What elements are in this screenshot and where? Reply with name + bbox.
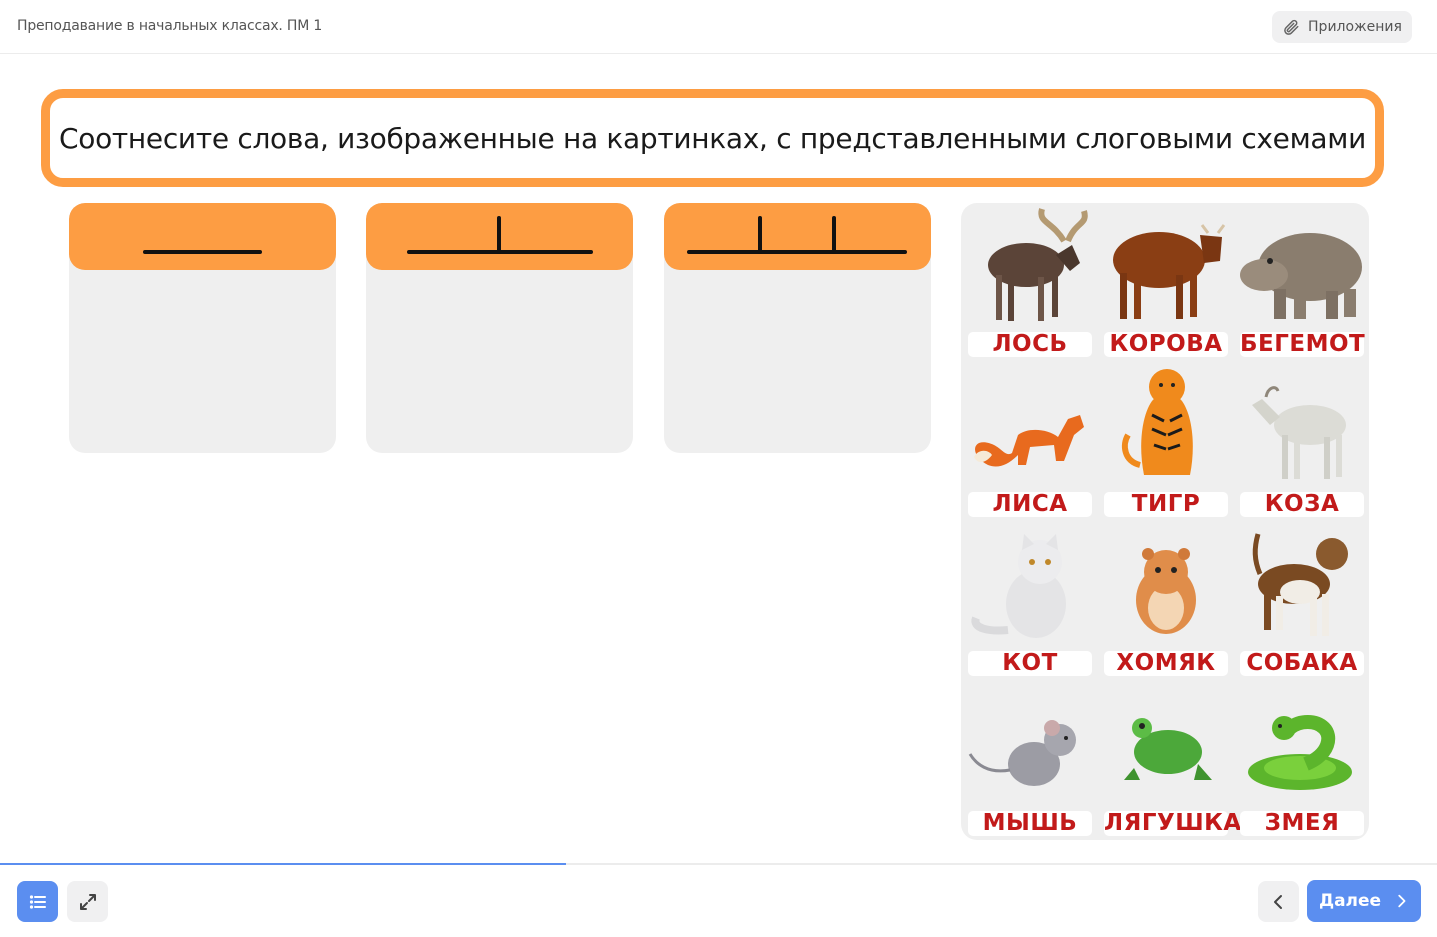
- syllable-scheme-1: [69, 203, 336, 270]
- goat-icon: [1252, 386, 1346, 479]
- paperclip-icon: [1284, 19, 1299, 35]
- attachments-label: Приложения: [1308, 19, 1402, 35]
- attachments-button[interactable]: Приложения: [1272, 11, 1412, 43]
- card-word: КОТ: [968, 651, 1092, 676]
- card-begemot[interactable]: БЕГЕМОТ: [1240, 205, 1366, 357]
- card-koza[interactable]: КОЗА: [1240, 365, 1364, 517]
- header: Преподавание в начальных классах. ПМ 1 П…: [0, 0, 1437, 54]
- task-instruction: Соотнесите слова, изображенные на картин…: [58, 121, 1367, 155]
- mouse-icon: [968, 720, 1076, 786]
- syllable-scheme-icon: [143, 250, 262, 254]
- card-sobaka[interactable]: СОБАКА: [1240, 524, 1364, 676]
- card-zmeya[interactable]: ЗМЕЯ: [1240, 684, 1364, 836]
- drop-zone-3-syllables[interactable]: [664, 203, 931, 453]
- task-instruction-box: Соотнесите слова, изображенные на картин…: [41, 89, 1384, 187]
- card-word: СОБАКА: [1240, 651, 1364, 676]
- frog-icon: [1124, 718, 1212, 780]
- fox-icon: [974, 415, 1084, 467]
- fullscreen-button[interactable]: [67, 881, 108, 922]
- card-korova[interactable]: КОРОВА: [1104, 205, 1228, 357]
- list-icon: [29, 894, 46, 909]
- card-mysh[interactable]: МЫШЬ: [968, 684, 1092, 836]
- progress-fill: [0, 863, 567, 865]
- card-kot[interactable]: КОТ: [968, 524, 1092, 676]
- card-tigr[interactable]: ТИГР: [1104, 365, 1228, 517]
- card-word: ЛОСЬ: [968, 332, 1092, 357]
- card-word: МЫШЬ: [968, 811, 1092, 836]
- syllable-scheme-icon: [407, 216, 593, 254]
- syllable-scheme-2: [366, 203, 633, 270]
- card-word: КОРОВА: [1104, 332, 1228, 357]
- syllable-scheme-3: [664, 203, 931, 270]
- chevron-right-icon: [1398, 894, 1406, 908]
- progress-bar: [0, 863, 1437, 865]
- cat-icon: [971, 534, 1066, 638]
- card-word: ЛИСА: [968, 492, 1092, 517]
- syllable-scheme-icon: [687, 216, 907, 254]
- card-word: ТИГР: [1104, 492, 1228, 517]
- page: Преподавание в начальных классах. ПМ 1 П…: [0, 0, 1437, 937]
- card-los[interactable]: ЛОСЬ: [968, 205, 1092, 357]
- task-list-button[interactable]: [17, 881, 58, 922]
- hippo-icon: [1240, 233, 1362, 319]
- cards-panel: ЛОСЬ КОРОВА БЕГЕМОТ ЛИСА ТИГР КОЗА КОТ Х…: [961, 203, 1369, 840]
- card-word: БЕГЕМОТ: [1240, 331, 1366, 357]
- snake-icon: [1248, 715, 1352, 790]
- previous-button[interactable]: [1258, 881, 1299, 922]
- dog-icon: [1252, 533, 1348, 636]
- expand-icon: [79, 893, 96, 910]
- card-lisa[interactable]: ЛИСА: [968, 365, 1092, 517]
- moose-icon: [988, 208, 1088, 321]
- drop-zone-1-syllable[interactable]: [69, 203, 336, 453]
- card-lyagushka[interactable]: ЛЯГУШКА: [1104, 684, 1242, 836]
- next-button[interactable]: Далее: [1307, 880, 1421, 922]
- card-khomyak[interactable]: ХОМЯК: [1104, 524, 1228, 676]
- chevron-left-icon: [1273, 894, 1282, 909]
- course-title: Преподавание в начальных классах. ПМ 1: [17, 18, 323, 34]
- drop-zone-2-syllables[interactable]: [366, 203, 633, 453]
- next-label: Далее: [1318, 891, 1382, 911]
- card-word: ЗМЕЯ: [1240, 811, 1364, 836]
- tiger-icon: [1121, 369, 1193, 475]
- card-word: ХОМЯК: [1104, 651, 1228, 676]
- hamster-icon: [1136, 548, 1196, 634]
- card-word: ЛЯГУШКА: [1104, 810, 1242, 836]
- cow-icon: [1113, 224, 1226, 319]
- card-word: КОЗА: [1240, 492, 1364, 517]
